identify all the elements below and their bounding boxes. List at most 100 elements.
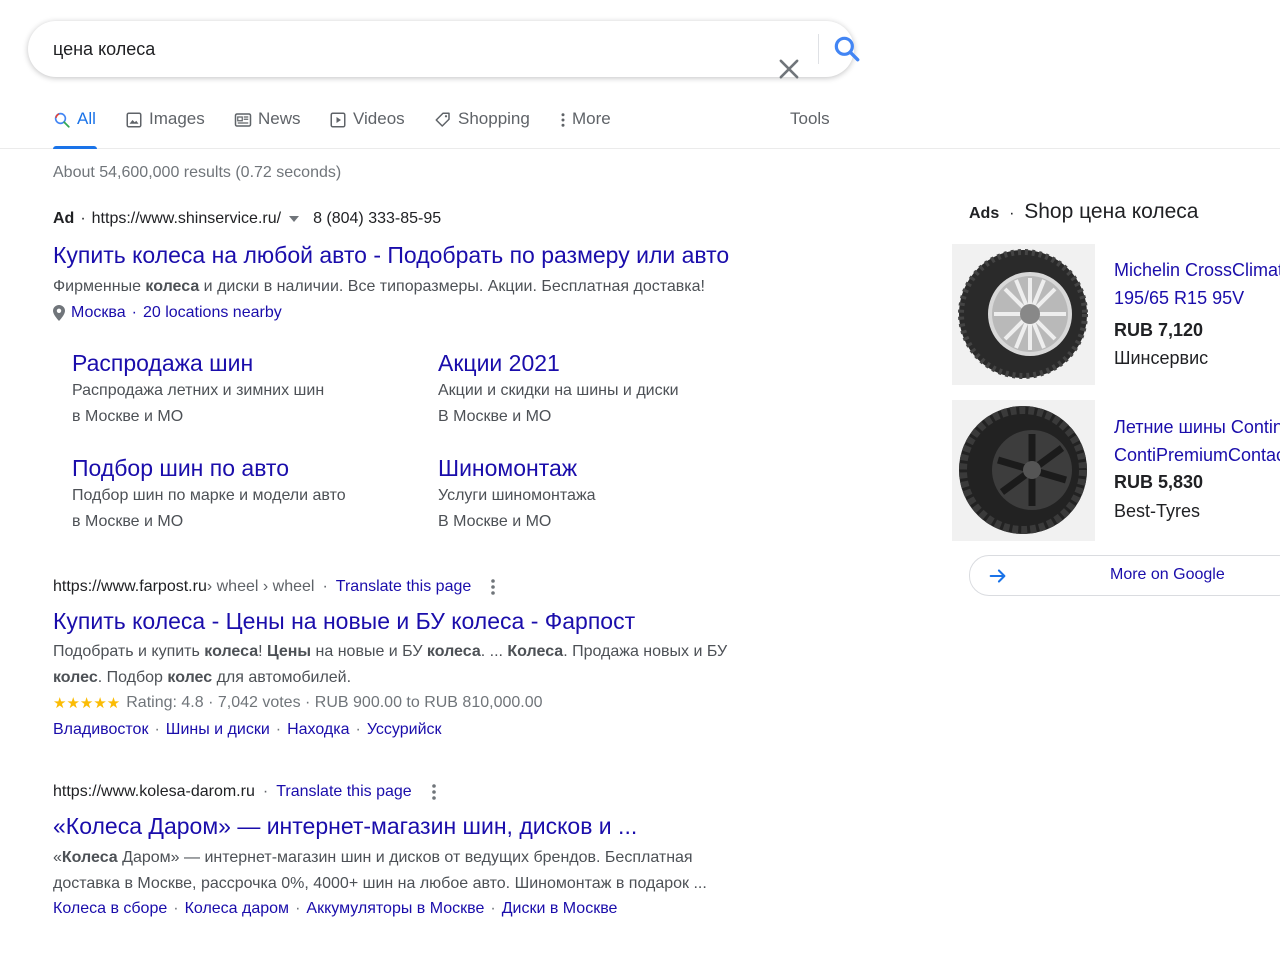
tab-all[interactable]: All bbox=[53, 109, 97, 149]
star-rating-icon: ★★★★★ bbox=[53, 695, 121, 712]
sublink[interactable]: Диски в Москве bbox=[502, 900, 618, 917]
more-options-icon[interactable] bbox=[483, 577, 503, 597]
product-image-tire[interactable] bbox=[952, 400, 1095, 541]
search-tabs: All Images News Videos Shopping More Too… bbox=[0, 96, 1280, 149]
cite-sep: · bbox=[262, 783, 269, 800]
translate-link[interactable]: Translate this page bbox=[276, 783, 411, 801]
news-icon bbox=[234, 113, 252, 127]
product-price: RUB 5,830 bbox=[1114, 472, 1204, 492]
snippet-bold: Колеса bbox=[507, 643, 564, 660]
tab-shopping[interactable]: Shopping bbox=[434, 109, 530, 149]
sitelink-desc: Распродажа летних и зимних шин bbox=[72, 382, 325, 399]
image-icon bbox=[126, 112, 142, 128]
result-sublinks: Колеса в сборе · Колеса даром · Аккумуляторы… bbox=[53, 900, 617, 918]
product-title-line2[interactable]: 195/65 R15 95V bbox=[1114, 284, 1280, 312]
ad-location: Москва · 20 locations nearby bbox=[53, 302, 282, 324]
sublink[interactable]: Уссурийск bbox=[367, 721, 442, 738]
sitelink: Подбор шин по авто Подбор шин по марке и… bbox=[72, 453, 402, 535]
dropdown-caret-icon[interactable] bbox=[289, 216, 300, 222]
tab-news[interactable]: News bbox=[234, 109, 301, 149]
locations-nearby-link[interactable]: 20 locations nearby bbox=[143, 302, 282, 324]
product-title[interactable]: Michelin CrossClimate+ bbox=[1114, 256, 1280, 284]
ads-badge: Ads bbox=[969, 205, 1000, 222]
result-stats: About 54,600,000 results (0.72 seconds) bbox=[53, 164, 342, 181]
snippet-text: . ... bbox=[480, 643, 508, 660]
sublink-sep: · bbox=[154, 721, 160, 738]
sublink[interactable]: Колеса даром bbox=[185, 900, 289, 917]
sublink[interactable]: Аккумуляторы в Москве bbox=[306, 900, 484, 917]
result-title-link[interactable]: Купить колеса - Цены на новые и БУ колес… bbox=[53, 606, 635, 636]
arrow-right-icon bbox=[989, 569, 1006, 583]
result-path: › wheel › wheel bbox=[206, 578, 315, 595]
product-price: RUB 7,120 bbox=[1114, 320, 1204, 340]
snippet-text: Подобрать и купить bbox=[53, 643, 205, 660]
snippet-bold: колес bbox=[167, 669, 213, 686]
sublink[interactable]: Колеса в сборе bbox=[53, 900, 167, 917]
result-site[interactable]: https://www.kolesa-darom.ru bbox=[53, 783, 255, 801]
tab-label: Videos bbox=[353, 109, 405, 128]
search-icon[interactable] bbox=[831, 33, 863, 65]
sitelink-desc: В Москве и МО bbox=[438, 408, 552, 425]
tab-more[interactable]: More bbox=[559, 109, 611, 149]
ad-desc-text: Фирменные bbox=[53, 278, 146, 295]
product-title-line2[interactable]: ContiPremiumContact 6 bbox=[1114, 441, 1280, 469]
snippet-bold: Колеса bbox=[61, 849, 118, 866]
search-input[interactable] bbox=[53, 37, 733, 61]
cite-sep: · bbox=[322, 578, 328, 595]
ad-sep: · bbox=[80, 210, 86, 227]
sitelink: Распродажа шин Распродажа летних и зимни… bbox=[72, 348, 402, 430]
sublink[interactable]: Находка bbox=[287, 721, 349, 738]
sublink[interactable]: Владивосток bbox=[53, 721, 148, 738]
sitelink-desc: В Москве и МО bbox=[438, 513, 552, 530]
product-image-tire[interactable] bbox=[952, 244, 1095, 385]
video-icon bbox=[330, 112, 346, 128]
result-title-link[interactable]: «Колеса Даром» — интернет-магазин шин, д… bbox=[53, 811, 637, 841]
sitelink-title[interactable]: Распродажа шин bbox=[72, 348, 402, 378]
ad-url[interactable]: https://www.shinservice.ru/ bbox=[92, 210, 281, 228]
search-divider bbox=[818, 34, 819, 64]
location-sep: · bbox=[131, 304, 137, 321]
sublink-sep: · bbox=[173, 900, 179, 917]
result-rating: ★★★★★ Rating: 4.8 · 7,042 votes · RUB 90… bbox=[53, 694, 543, 712]
sitelink-title[interactable]: Акции 2021 bbox=[438, 348, 768, 378]
ad-desc-text: и диски в наличии. Все типоразмеры. Акци… bbox=[199, 278, 705, 295]
tools-button[interactable]: Tools bbox=[790, 109, 830, 149]
snippet-text: « bbox=[53, 849, 62, 866]
sitelink-desc: Акции и скидки на шины и диски bbox=[438, 382, 679, 399]
product-title[interactable]: Летние шины Continental bbox=[1114, 413, 1280, 441]
sublink-sep: · bbox=[355, 721, 361, 738]
tab-label: Images bbox=[149, 109, 205, 128]
ad-phone[interactable]: 8 (804) 333-85-95 bbox=[313, 210, 441, 228]
ad-description: Фирменные колеса и диски в наличии. Все … bbox=[53, 276, 705, 298]
sitelink: Шиномонтаж Услуги шиномонтажа В Москве и… bbox=[438, 453, 768, 535]
tab-images[interactable]: Images bbox=[125, 109, 205, 149]
result-sublinks: Владивосток · Шины и диски · Находка · Уссурий… bbox=[53, 721, 442, 739]
result-site[interactable]: https://www.farpost.ru bbox=[53, 578, 207, 596]
tab-label: All bbox=[77, 109, 96, 128]
result-cite: https://www.farpost.ru › wheel › wheel ·… bbox=[53, 577, 503, 597]
more-options-icon[interactable] bbox=[424, 782, 444, 802]
more-vert-icon bbox=[561, 113, 565, 127]
search-icon bbox=[54, 112, 70, 128]
sitelink-title[interactable]: Шиномонтаж bbox=[438, 453, 768, 483]
ad-desc-bold: колеса bbox=[145, 278, 200, 295]
ad-cite: Ad · https://www.shinservice.ru/ 8 (804)… bbox=[53, 210, 441, 228]
sitelink-desc: Услуги шиномонтажа bbox=[438, 487, 596, 504]
sublink-sep: · bbox=[295, 900, 301, 917]
result-cite: https://www.kolesa-darom.ru · Translate … bbox=[53, 782, 444, 802]
shopping-heading-text: Shop цена колеса bbox=[1024, 200, 1199, 223]
clear-icon[interactable] bbox=[775, 55, 803, 83]
ad-title-link[interactable]: Купить колеса на любой авто - Подобрать … bbox=[53, 240, 729, 270]
tab-videos[interactable]: Videos bbox=[329, 109, 405, 149]
snippet-text: ! bbox=[258, 643, 267, 660]
location-link[interactable]: Москва bbox=[71, 302, 126, 324]
ad-badge: Ad bbox=[53, 210, 75, 227]
snippet-text: . Продажа новых и БУ bbox=[563, 643, 728, 660]
snippet-text: Даром» — интернет-магазин шин и дисков о… bbox=[53, 849, 707, 892]
translate-link[interactable]: Translate this page bbox=[336, 578, 471, 596]
more-on-google-button[interactable]: More on Google bbox=[969, 555, 1280, 596]
search-box bbox=[28, 21, 860, 79]
sublink[interactable]: Шины и диски bbox=[166, 721, 270, 738]
sitelink-desc: в Москве и МО bbox=[72, 513, 184, 530]
sitelink-title[interactable]: Подбор шин по авто bbox=[72, 453, 402, 483]
